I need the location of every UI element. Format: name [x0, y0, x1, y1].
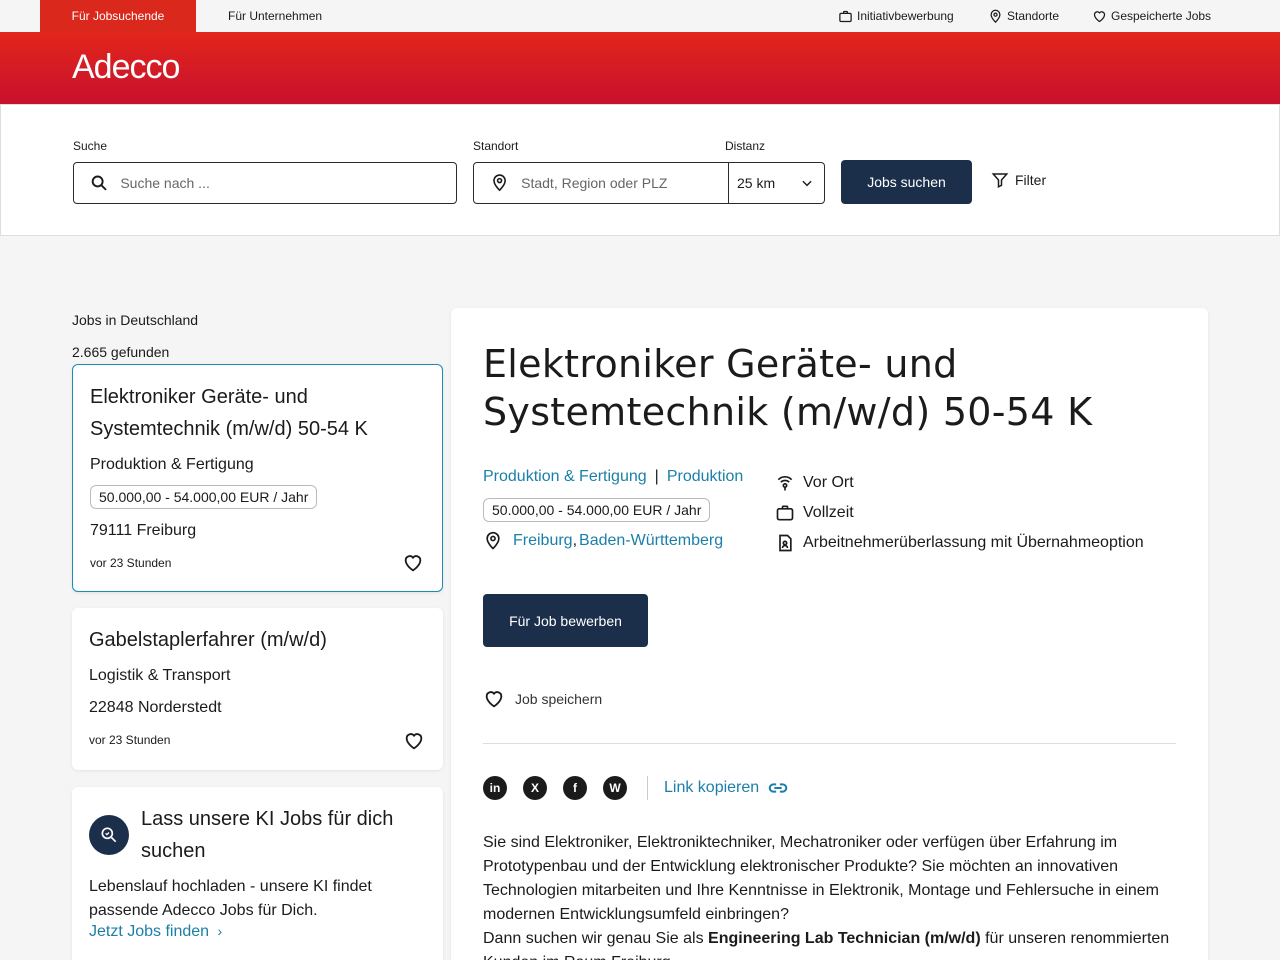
search-icon	[91, 175, 107, 191]
ai-promo-title: Lass unsere KI Jobs für dich suchen	[141, 808, 394, 862]
tab-jobseekers[interactable]: Für Jobsuchende	[40, 0, 196, 32]
save-job-button[interactable]: Job speichern	[483, 688, 602, 710]
x-twitter-icon[interactable]: X	[523, 776, 547, 800]
job-card[interactable]: Elektroniker Geräte- und Systemtechnik (…	[72, 364, 443, 592]
initiative-link[interactable]: Initiativbewerbung	[838, 0, 954, 32]
linkedin-icon[interactable]: in	[483, 776, 507, 800]
filter-button[interactable]: Filter	[991, 171, 1046, 189]
description-paragraph-2: Dann suchen wir genau Sie als Engineerin…	[483, 927, 1173, 960]
filter-label: Filter	[1015, 172, 1047, 188]
ai-promo-text: Lebenslauf hochladen - unsere KI findet …	[89, 878, 372, 919]
briefcase-icon	[776, 505, 794, 521]
description-job-title: Engineering Lab Technician (m/w/d)	[708, 930, 981, 947]
job-card-category: Produktion & Fertigung	[90, 456, 254, 473]
region-link[interactable]: Baden-Württemberg	[579, 532, 723, 550]
job-card-posted: vor 23 Stunden	[90, 556, 172, 570]
heart-icon	[485, 691, 503, 708]
heart-icon	[1093, 10, 1106, 22]
category-link-1[interactable]: Produktion & Fertigung	[483, 468, 647, 486]
job-card-title[interactable]: Gabelstaplerfahrer (m/w/d)	[89, 624, 419, 656]
job-card-category: Logistik & Transport	[89, 667, 231, 684]
locations-link[interactable]: Standorte	[988, 0, 1059, 32]
ai-promo-link[interactable]: Jetzt Jobs finden ›	[89, 923, 222, 941]
salary-badge: 50.000,00 - 54.000,00 EUR / Jahr	[483, 498, 711, 522]
category-link-2[interactable]: Produktion	[667, 468, 744, 486]
attr-work-mode: Vor Ort	[775, 468, 1144, 498]
chevron-down-icon	[802, 180, 812, 187]
job-card-posted: vor 23 Stunden	[89, 733, 171, 747]
job-detail-panel: Elektroniker Geräte- und Systemtechnik (…	[451, 308, 1208, 960]
search-button[interactable]: Jobs suchen	[841, 160, 972, 204]
contract-document-icon	[779, 534, 792, 552]
job-detail-categories: Produktion & Fertigung | Produktion	[483, 468, 743, 486]
job-detail-location: Freiburg, Baden-Württemberg	[483, 531, 723, 551]
saved-jobs-label: Gespeicherte Jobs	[1111, 9, 1212, 23]
search-input[interactable]	[120, 175, 456, 191]
copy-link-label: Link kopieren	[664, 779, 760, 796]
category-separator: |	[654, 468, 659, 485]
salary-badge: 50.000,00 - 54.000,00 EUR / Jahr	[90, 485, 318, 509]
ai-promo-card: Lass unsere KI Jobs für dich suchen Lebe…	[72, 787, 443, 960]
facebook-icon[interactable]: f	[563, 776, 587, 800]
job-card-location: 22848 Norderstedt	[89, 699, 222, 716]
location-pin-icon	[990, 9, 1001, 23]
location-pin-icon	[486, 531, 500, 550]
job-description: Sie sind Elektroniker, Elektroniktechnik…	[483, 831, 1173, 960]
apply-button[interactable]: Für Job bewerben	[483, 594, 648, 647]
attr-employment-type: Vollzeit	[775, 498, 1144, 528]
job-detail-title: Elektroniker Geräte- und Systemtechnik (…	[483, 342, 1093, 434]
share-separator	[647, 776, 648, 800]
distance-select[interactable]: 25 km	[728, 162, 825, 204]
location-label: Standort	[473, 139, 519, 153]
locations-label: Standorte	[1007, 9, 1060, 23]
contract-type-label: Arbeitnehmerüberlassung mit Übernahmeopt…	[803, 534, 1144, 551]
heart-icon[interactable]	[403, 730, 425, 752]
work-mode-label: Vor Ort	[803, 474, 854, 491]
adecco-logo[interactable]: Adecco	[72, 48, 180, 87]
city-link[interactable]: Freiburg	[513, 532, 573, 550]
attr-contract-type: Arbeitnehmerüberlassung mit Übernahmeopt…	[775, 528, 1144, 558]
site-header: Adecco	[0, 32, 1280, 104]
job-card-title[interactable]: Elektroniker Geräte- und Systemtechnik (…	[90, 381, 420, 445]
results-count: 2.665 gefunden	[72, 344, 170, 360]
initiative-label: Initiativbewerbung	[857, 9, 954, 23]
distance-label: Distanz	[725, 139, 766, 153]
whatsapp-icon[interactable]: W	[603, 776, 627, 800]
filter-icon	[991, 173, 1009, 188]
location-field[interactable]	[473, 162, 729, 204]
distance-value: 25 km	[737, 175, 776, 191]
copy-link-button[interactable]: Link kopieren	[664, 777, 789, 799]
ai-promo-link-label: Jetzt Jobs finden	[89, 923, 210, 940]
employment-type-label: Vollzeit	[803, 504, 854, 521]
saved-jobs-link[interactable]: Gespeicherte Jobs	[1092, 0, 1211, 32]
onsite-icon	[777, 475, 793, 491]
search-panel: Suche Standort Distanz 25 km Jobs suchen…	[0, 104, 1280, 236]
job-attributes: Vor Ort Vollzeit Arbeitnehmerüberlassung…	[775, 468, 1144, 558]
location-input[interactable]	[521, 175, 728, 191]
location-comma: ,	[572, 532, 578, 549]
description-paragraph-1: Sie sind Elektroniker, Elektroniktechnik…	[483, 834, 1159, 923]
share-bar: in X f W Link kopieren	[483, 776, 789, 800]
location-pin-icon	[493, 174, 506, 192]
briefcase-icon	[839, 10, 852, 22]
query-field[interactable]	[73, 162, 457, 204]
ai-search-icon	[89, 815, 129, 855]
results-title: Jobs in Deutschland	[72, 312, 199, 328]
heart-icon[interactable]	[402, 552, 424, 574]
query-label: Suche	[73, 139, 108, 153]
job-card-location: 79111 Freiburg	[90, 522, 197, 539]
chevron-right-icon: ›	[217, 923, 223, 939]
save-job-label: Job speichern	[515, 691, 603, 707]
link-icon	[768, 783, 788, 793]
description-text: Dann suchen wir genau Sie als	[483, 930, 709, 947]
top-utility-bar: Für Jobsuchende Für Unternehmen Initiati…	[0, 0, 1280, 32]
tab-companies[interactable]: Für Unternehmen	[228, 0, 322, 32]
job-card[interactable]: Gabelstaplerfahrer (m/w/d) Logistik & Tr…	[72, 608, 443, 770]
divider	[483, 743, 1176, 744]
